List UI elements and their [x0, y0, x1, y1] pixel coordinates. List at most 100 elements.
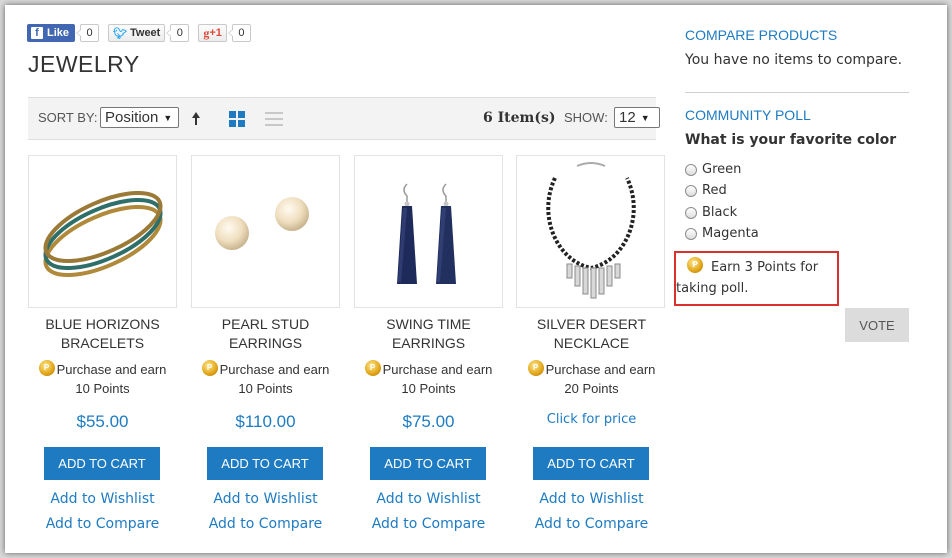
poll-earn-text: Earn 3 Points for: [711, 260, 819, 275]
sort-by-label: SORT BY:: [38, 110, 98, 125]
poll-option-black[interactable]: Black: [685, 205, 737, 220]
tweet-label: Tweet: [129, 27, 161, 39]
radio-button[interactable]: [685, 184, 697, 197]
show-limit-select[interactable]: 12 ▼: [614, 107, 660, 128]
google-plus-button[interactable]: g +1: [198, 24, 227, 42]
product-image-pearl-studs[interactable]: [191, 155, 340, 308]
dropdown-arrow-icon: ▼: [640, 112, 650, 123]
tweet-button[interactable]: 🐦︎ Tweet: [108, 24, 166, 42]
radio-button[interactable]: [685, 163, 697, 176]
compare-empty-text: You have no items to compare.: [685, 52, 903, 68]
product-image-silver-desert[interactable]: [516, 155, 665, 308]
points-coin-icon: [201, 360, 218, 376]
bracelets-image: [43, 190, 163, 278]
earn-text: Purchase and earn: [382, 362, 493, 377]
sidebar-divider: [685, 92, 909, 93]
earn-points-pearl-studs: Purchase and earn 10 Points: [184, 360, 347, 398]
product-name-swing-time[interactable]: SWING TIME EARRINGS: [347, 315, 510, 353]
list-view-icon[interactable]: [265, 111, 283, 127]
product-name-line: BRACELETS: [60, 335, 145, 351]
gplus-label: +1: [209, 27, 222, 39]
product-toolbar: SORT BY: Position ▼ 6 Item(s) SHOW: 12 ▼: [28, 97, 660, 140]
earn-text: Purchase and earn: [56, 362, 167, 377]
product-name-line: PEARL STUD: [221, 316, 310, 332]
add-to-wishlist-link[interactable]: Add to Wishlist: [21, 491, 184, 507]
points-coin-icon: [527, 360, 544, 376]
click-for-price-link[interactable]: Click for price: [510, 412, 673, 427]
product-name-bracelets[interactable]: BLUE HORIZONS BRACELETS: [21, 315, 184, 353]
price-swing-time: $75.00: [402, 412, 455, 431]
like-count: 0: [76, 24, 100, 42]
add-to-wishlist-link[interactable]: Add to Wishlist: [184, 491, 347, 507]
points-coin-icon: [38, 360, 55, 376]
add-to-wishlist-link[interactable]: Add to Wishlist: [510, 491, 673, 507]
product-name-line: EARRINGS: [391, 335, 466, 351]
social-bar: f Like 0 🐦︎ Tweet 0 g +1 0: [27, 23, 260, 43]
product-name-line: BLUE HORIZONS: [45, 316, 160, 332]
earn-points-bracelets: Purchase and earn 10 Points: [21, 360, 184, 398]
swing-time-image: [397, 183, 456, 284]
dropdown-arrow-icon: ▼: [163, 112, 173, 123]
earn-points: 10 Points: [238, 381, 293, 396]
add-to-cart-button[interactable]: ADD TO CART: [370, 447, 486, 480]
radio-button[interactable]: [685, 227, 697, 240]
radio-button[interactable]: [685, 206, 697, 219]
community-poll-heading: COMMUNITY POLL: [685, 107, 811, 123]
product-name-silver-desert[interactable]: SILVER DESERT NECKLACE: [510, 315, 673, 353]
page-title: JEWELRY: [28, 51, 140, 77]
show-limit-value: 12: [619, 109, 636, 126]
poll-option-green[interactable]: Green: [685, 162, 741, 177]
add-to-compare-link[interactable]: Add to Compare: [347, 516, 510, 532]
sort-by-select[interactable]: Position ▼: [100, 107, 179, 128]
facebook-icon: f: [31, 27, 43, 39]
like-label: Like: [47, 27, 70, 39]
product-name-line: SWING TIME: [386, 316, 471, 332]
earn-points-swing-time: Purchase and earn 10 Points: [347, 360, 510, 398]
add-to-compare-link[interactable]: Add to Compare: [184, 516, 347, 532]
add-to-cart-button[interactable]: ADD TO CART: [44, 447, 160, 480]
earn-points: 20 Points: [564, 381, 619, 396]
product-name-line: NECKLACE: [553, 335, 630, 351]
item-count: 6 Item(s): [483, 110, 556, 126]
pearl-studs-image: [215, 197, 309, 250]
add-to-cart-button[interactable]: ADD TO CART: [533, 447, 649, 480]
earn-text: Purchase and earn: [219, 362, 330, 377]
price-pearl-studs: $110.00: [235, 412, 296, 431]
product-image-swing-time[interactable]: [354, 155, 503, 308]
earn-points: 10 Points: [75, 381, 130, 396]
sort-direction-arrow-icon[interactable]: [192, 111, 200, 126]
product-name-pearl-studs[interactable]: PEARL STUD EARRINGS: [184, 315, 347, 353]
gplus-count: 0: [227, 24, 251, 42]
poll-option-label: Magenta: [702, 226, 759, 241]
vote-button[interactable]: VOTE: [845, 308, 909, 342]
points-coin-icon: [687, 257, 703, 273]
earn-points-silver-desert: Purchase and earn 20 Points: [510, 360, 673, 398]
poll-earn-text: taking poll.: [676, 281, 749, 296]
poll-option-red[interactable]: Red: [685, 183, 727, 198]
product-name-line: SILVER DESERT: [536, 316, 647, 332]
add-to-compare-link[interactable]: Add to Compare: [21, 516, 184, 532]
add-to-wishlist-link[interactable]: Add to Wishlist: [347, 491, 510, 507]
product-name-line: EARRINGS: [228, 335, 303, 351]
poll-option-magenta[interactable]: Magenta: [685, 226, 759, 241]
twitter-bird-icon: 🐦︎: [113, 27, 127, 40]
poll-option-label: Red: [702, 183, 727, 198]
facebook-like-button[interactable]: f Like: [27, 24, 76, 42]
silver-desert-image: [546, 162, 636, 299]
sort-by-value: Position: [105, 109, 159, 126]
add-to-compare-link[interactable]: Add to Compare: [510, 516, 673, 532]
tweet-count: 0: [166, 24, 190, 42]
product-image-bracelets[interactable]: [28, 155, 177, 308]
price-bracelets: $55.00: [76, 412, 129, 431]
grid-view-icon[interactable]: [229, 111, 245, 127]
points-coin-icon: [364, 360, 381, 376]
add-to-cart-button[interactable]: ADD TO CART: [207, 447, 323, 480]
poll-option-label: Green: [702, 162, 742, 177]
compare-products-heading: COMPARE PRODUCTS: [685, 27, 838, 43]
page-frame: f Like 0 🐦︎ Tweet 0 g +1 0 JEWELRY SORT BY:…: [5, 5, 947, 553]
poll-question: What is your favorite color: [685, 132, 897, 148]
show-label: SHOW:: [564, 110, 608, 125]
poll-earn-points-box: Earn 3 Points for taking poll.: [674, 251, 839, 306]
earn-text: Purchase and earn: [545, 362, 656, 377]
earn-points: 10 Points: [401, 381, 456, 396]
